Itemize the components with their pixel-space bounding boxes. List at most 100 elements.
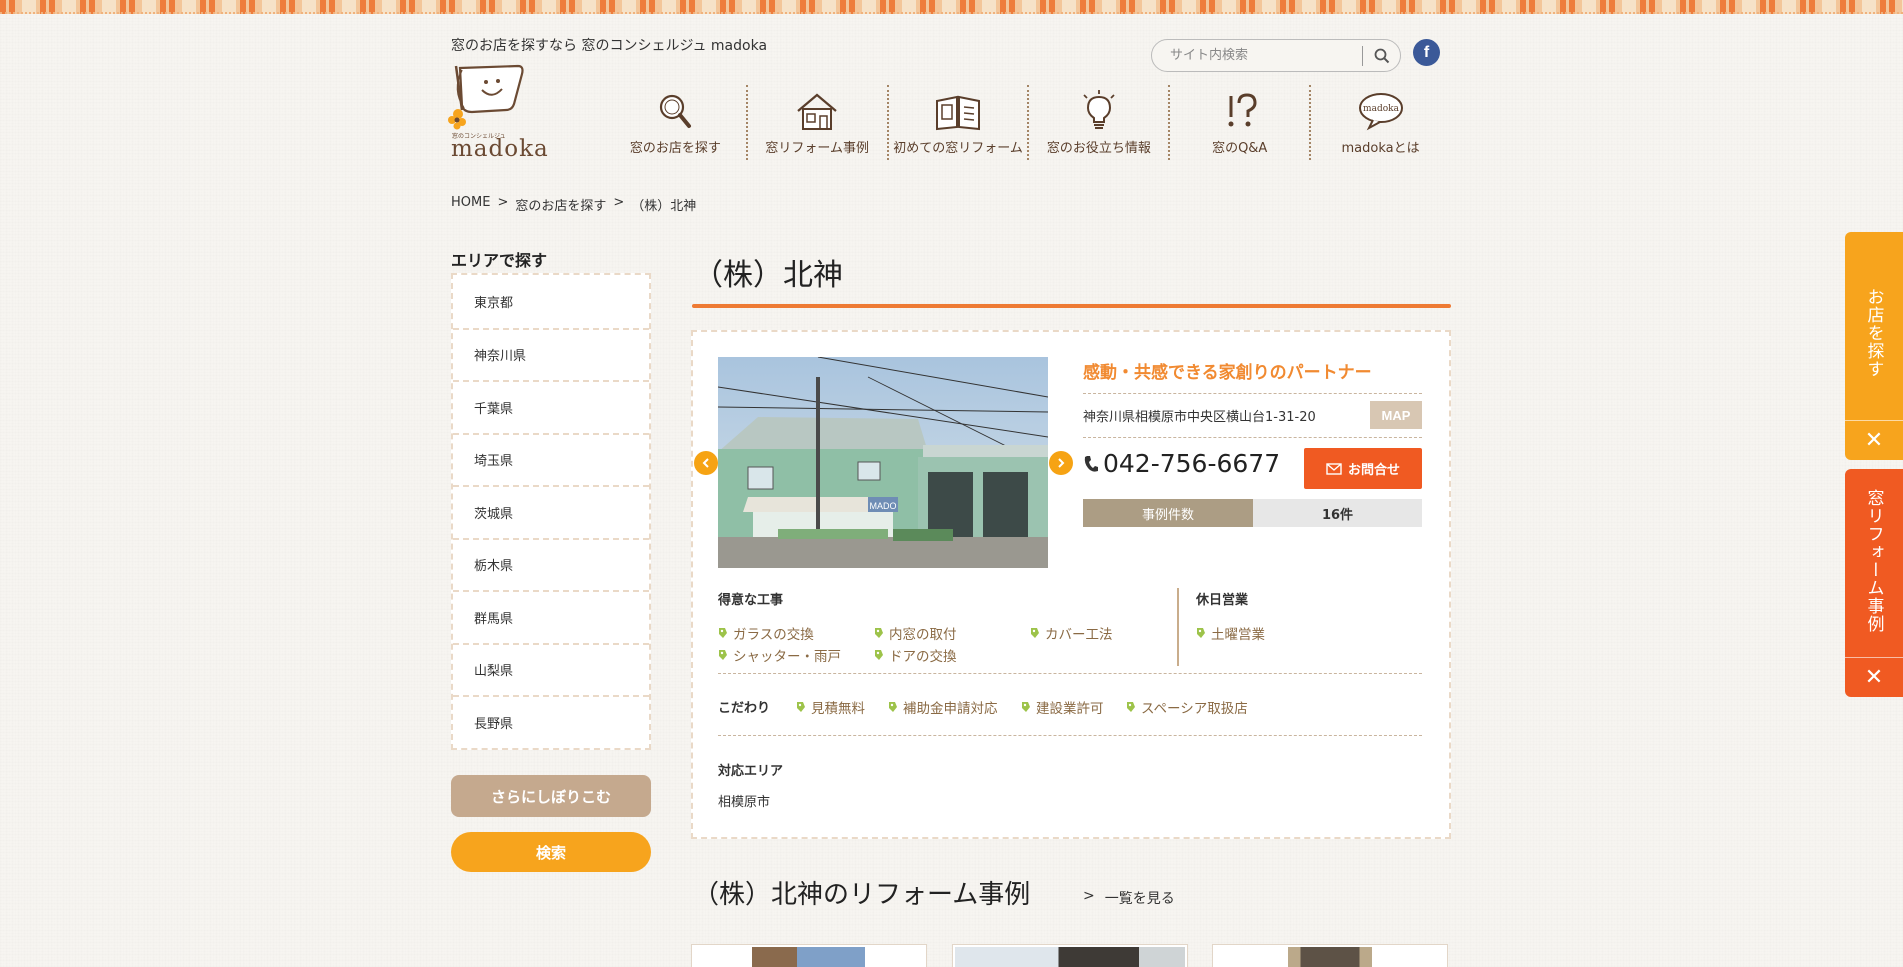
lightbulb-icon: [1083, 90, 1115, 129]
divider: [1083, 393, 1422, 394]
nav-label: 窓リフォーム事例: [765, 141, 869, 156]
holiday-title: 休日営業: [1196, 593, 1249, 608]
shop-photo: MADO: [718, 357, 1048, 568]
nav-label: madokaとは: [1341, 141, 1420, 156]
case-thumbnail-image: [752, 947, 865, 967]
shop-title: （株）北神: [693, 258, 843, 293]
case-thumbnail-image: [1288, 947, 1372, 967]
see-all-label: 一覧を見る: [1104, 891, 1175, 907]
contact-button[interactable]: お問合せ: [1304, 448, 1422, 489]
shop-catch-copy: 感動・共感できる家創りのパートナー: [1083, 363, 1372, 383]
shop-phone: 042-756-6677: [1083, 449, 1280, 478]
photo-sign-text: MADO: [870, 501, 897, 511]
reform-cases-heading: （株）北神のリフォーム事例: [693, 880, 1031, 910]
commitment-tag[interactable]: 補助金申請対応: [888, 697, 998, 717]
specialty-label: シャッター・雨戸: [733, 649, 841, 665]
tag-icon: [1127, 702, 1135, 712]
commitment-tag[interactable]: スペーシア取扱店: [1126, 697, 1248, 717]
logo-wordmark[interactable]: madoka: [451, 136, 549, 162]
facebook-icon[interactable]: f: [1413, 39, 1440, 66]
photo-next-button[interactable]: [1049, 451, 1073, 475]
commitment-tag[interactable]: 建設業許可: [1021, 697, 1104, 717]
area-item-saitama[interactable]: 埼玉県: [453, 432, 649, 486]
site-search: [1151, 39, 1401, 72]
breadcrumb-find-shop[interactable]: 窓のお店を探す: [515, 195, 606, 214]
nav-reform-cases[interactable]: 窓リフォーム事例: [745, 85, 887, 160]
breadcrumb: HOME > 窓のお店を探す > （株）北神: [451, 195, 696, 214]
shop-building-image: MADO: [718, 357, 1048, 568]
see-all-arrow: >: [1083, 888, 1095, 904]
see-all-link[interactable]: > 一覧を見る: [1083, 888, 1175, 908]
area-item-tokyo[interactable]: 東京都: [453, 275, 649, 328]
breadcrumb-current: （株）北神: [631, 199, 697, 214]
area-item-yamanashi[interactable]: 山梨県: [453, 642, 649, 696]
vertical-divider: [1177, 588, 1179, 666]
area-item-nagano[interactable]: 長野県: [453, 695, 649, 748]
specialty-label: ガラスの交換: [733, 627, 814, 643]
area-search-title: エリアで探す: [451, 251, 548, 270]
nav-about-madoka[interactable]: madoka madokaとは: [1309, 85, 1450, 160]
area-item-tochigi[interactable]: 栃木県: [453, 537, 649, 591]
chevron-right-icon: [1058, 458, 1065, 468]
nav-qa[interactable]: 窓のQ&A: [1168, 85, 1309, 160]
float-tab-find-shop[interactable]: お店を探す ✕: [1845, 232, 1903, 460]
phone-number: 042-756-6677: [1103, 449, 1281, 478]
map-button[interactable]: MAP: [1370, 401, 1422, 429]
specialty-tag[interactable]: カバー工法: [1030, 623, 1113, 643]
close-icon[interactable]: ✕: [1845, 420, 1903, 460]
specialty-label: ドアの交換: [889, 649, 957, 665]
commitment-label: 補助金申請対応: [903, 701, 998, 717]
commitment-label: スペーシア取扱店: [1141, 701, 1248, 717]
tag-icon: [875, 628, 883, 638]
holiday-tag[interactable]: 土曜営業: [1196, 623, 1265, 643]
case-count-label: 事例件数: [1083, 499, 1253, 527]
tag-icon: [875, 650, 883, 660]
area-item-kanagawa[interactable]: 神奈川県: [453, 327, 649, 381]
breadcrumb-separator: >: [613, 195, 625, 210]
specialty-label: 内窓の取付: [889, 627, 957, 643]
nav-label: 初めての窓リフォーム: [893, 141, 1023, 156]
breadcrumb-home[interactable]: HOME: [451, 195, 490, 214]
close-icon[interactable]: ✕: [1845, 657, 1903, 697]
specialty-tag[interactable]: ガラスの交換: [718, 623, 814, 643]
tag-icon: [1197, 628, 1205, 638]
house-icon: [797, 93, 837, 130]
search-submit-button[interactable]: 検索: [451, 832, 651, 872]
float-tab-label: お店を探す: [1863, 288, 1884, 378]
specialty-tag[interactable]: ドアの交換: [874, 645, 957, 665]
divider: [718, 735, 1422, 736]
specialty-tag[interactable]: シャッター・雨戸: [718, 645, 841, 665]
shop-address: 神奈川県相模原市中央区横山台1-31-20: [1083, 410, 1316, 425]
specialty-label: カバー工法: [1045, 627, 1113, 643]
tag-icon: [1031, 628, 1039, 638]
tag-icon: [797, 702, 805, 712]
nav-label: 窓のお店を探す: [629, 141, 721, 156]
case-count-value: 16件: [1253, 499, 1422, 527]
commitment-label: 建設業許可: [1036, 701, 1104, 717]
narrow-down-button[interactable]: さらにしぼりこむ: [451, 775, 651, 817]
search-button[interactable]: [1363, 41, 1400, 71]
area-item-chiba[interactable]: 千葉県: [453, 380, 649, 433]
area-item-ibaraki[interactable]: 茨城県: [453, 485, 649, 538]
area-item-gunma[interactable]: 群馬県: [453, 590, 649, 643]
commitment-title: こだわり: [718, 701, 771, 716]
nav-label: 窓のQ&A: [1212, 141, 1268, 156]
tag-icon: [719, 628, 727, 638]
service-area-value: 相模原市: [718, 795, 771, 810]
question-icon: [1228, 93, 1257, 127]
nav-first-reform[interactable]: 初めての窓リフォーム: [886, 85, 1028, 160]
search-input[interactable]: [1170, 41, 1363, 70]
photo-prev-button[interactable]: [694, 451, 718, 475]
tag-icon: [889, 702, 897, 712]
tag-icon: [719, 650, 727, 660]
specialties-title: 得意な工事: [718, 593, 784, 608]
nav-find-shop[interactable]: 窓のお店を探す: [605, 85, 746, 160]
specialty-tag[interactable]: 内窓の取付: [874, 623, 957, 643]
nav-useful-info[interactable]: 窓のお役立ち情報: [1027, 85, 1168, 160]
area-list: 東京都 神奈川県 千葉県 埼玉県 茨城県 栃木県 群馬県 山梨県 長野県: [451, 273, 651, 750]
float-tab-reform-cases[interactable]: 窓リフォーム事例 ✕: [1845, 469, 1903, 697]
commitment-tag[interactable]: 見積無料: [796, 697, 865, 717]
case-thumbnail-image: [955, 947, 1185, 967]
global-nav: 窓のお店を探す 窓リフォーム事例 初めての窓リフォーム 窓のお役立ち情報 窓のQ…: [605, 85, 1450, 160]
search-icon: [1374, 48, 1389, 63]
